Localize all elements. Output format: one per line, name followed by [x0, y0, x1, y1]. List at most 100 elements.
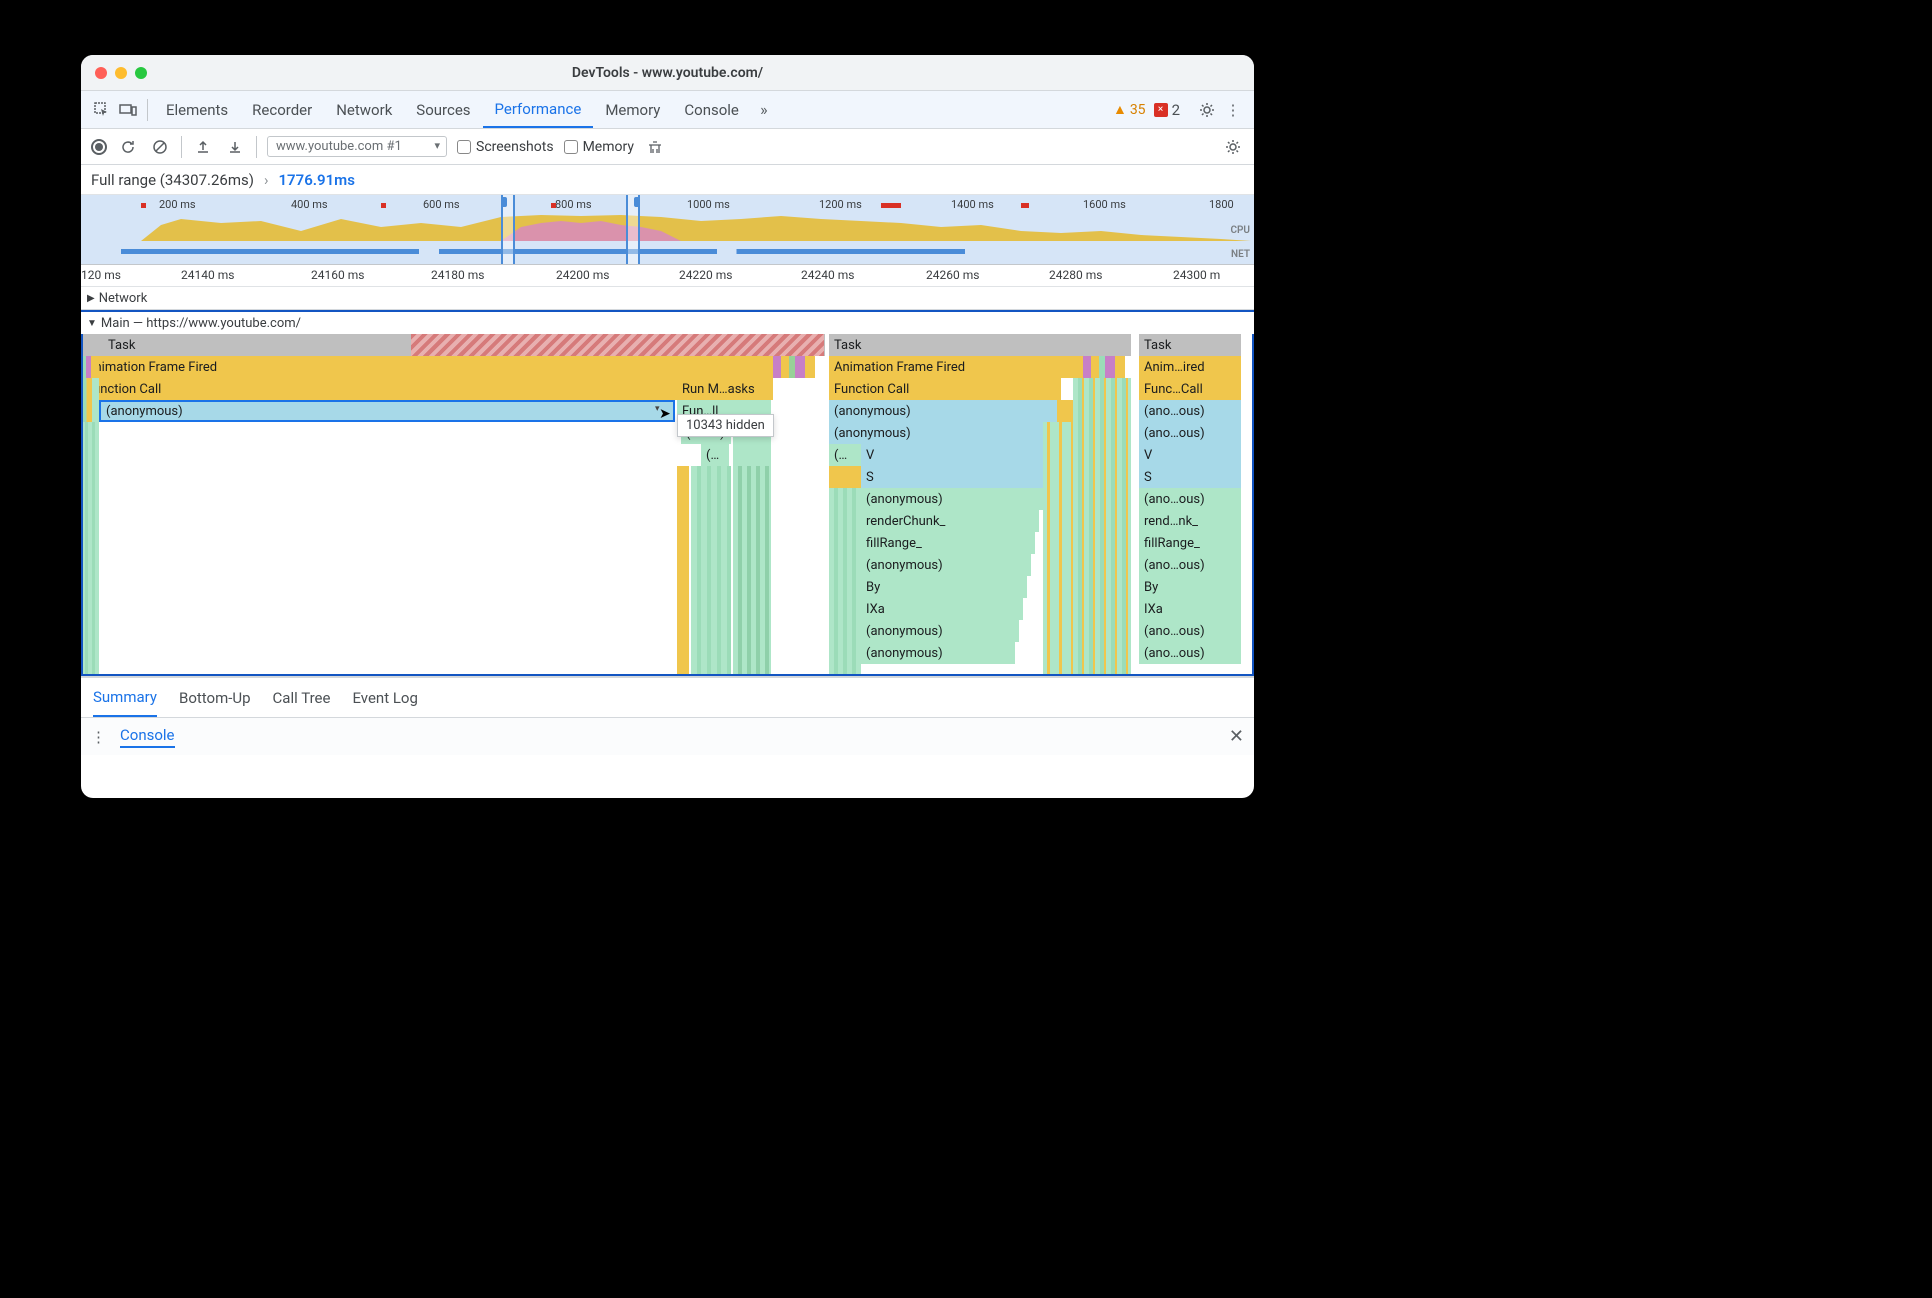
flame-sliver[interactable] — [805, 356, 815, 378]
overview-timeline[interactable]: 200 ms 400 ms 600 ms 800 ms 1000 ms 1200… — [81, 195, 1254, 265]
flame-sliver[interactable] — [829, 466, 861, 488]
flame-stripe[interactable] — [677, 466, 689, 676]
flame-anon[interactable]: (anonymous) — [861, 488, 1043, 510]
flame-stripe[interactable] — [91, 356, 99, 378]
flame-fillrange[interactable]: fillRange_ — [1139, 532, 1241, 554]
more-tabs-icon[interactable]: » — [751, 97, 777, 123]
tab-calltree[interactable]: Call Tree — [273, 678, 331, 717]
console-tab[interactable]: Console — [120, 726, 175, 748]
overview-selection-handle[interactable] — [501, 195, 515, 264]
flame-aff[interactable]: Animation Frame Fired — [81, 356, 773, 378]
flame-stripe[interactable] — [829, 488, 861, 676]
flame-stripe[interactable] — [81, 378, 99, 422]
flame-fc[interactable]: Function Call — [829, 378, 1061, 400]
flame-anon[interactable]: (anonymous) — [861, 642, 1015, 664]
tab-bottomup[interactable]: Bottom-Up — [179, 678, 251, 717]
tab-elements[interactable]: Elements — [154, 91, 240, 128]
flame-renderchunk[interactable]: renderChunk_ — [861, 510, 1039, 532]
garbage-icon[interactable] — [644, 136, 666, 158]
flame-ixa[interactable]: IXa — [861, 598, 1023, 620]
flame-S[interactable]: S — [861, 466, 1047, 488]
flame-sliver[interactable] — [1083, 356, 1091, 378]
flame-anon[interactable]: (anonymous) — [829, 422, 1051, 444]
flame-aff[interactable]: Animation Frame Fired — [829, 356, 1083, 378]
flame-anonous[interactable]: (ano…ous) — [1139, 400, 1241, 422]
marker — [381, 203, 386, 208]
tab-performance[interactable]: Performance — [483, 91, 594, 128]
flame-paren[interactable]: (… — [701, 444, 729, 466]
flame-anon-selected[interactable]: (anonymous) — [99, 400, 675, 422]
download-icon[interactable] — [224, 136, 246, 158]
close-icon[interactable]: ✕ — [1229, 726, 1244, 747]
upload-icon[interactable] — [192, 136, 214, 158]
record-button[interactable] — [91, 139, 107, 155]
flame-anonous[interactable]: (ano…ous) — [1139, 554, 1241, 576]
flame-sliver[interactable] — [795, 356, 805, 378]
tab-sources[interactable]: Sources — [404, 91, 482, 128]
flame-anonous[interactable]: (ano…ous) — [1139, 620, 1241, 642]
overview-selection-handle[interactable] — [626, 195, 640, 264]
flame-anon[interactable]: (anonymous) — [861, 620, 1019, 642]
flame-sliver[interactable] — [781, 356, 789, 378]
kebab-icon[interactable]: ⋮ — [91, 728, 106, 746]
flame-sliver[interactable] — [1057, 400, 1073, 422]
main-track-header[interactable]: ▼Main — https://www.youtube.com/ — [81, 312, 1254, 334]
tab-console[interactable]: Console — [672, 91, 751, 128]
flame-runm[interactable]: Run M…asks — [677, 378, 773, 400]
marker — [881, 203, 901, 208]
flame-V[interactable]: V — [861, 444, 1051, 466]
flame-anonous[interactable]: (ano…ous) — [1139, 642, 1241, 664]
flame-anonous[interactable]: (ano…ous) — [1139, 422, 1241, 444]
detail-ruler[interactable]: 120 ms 24140 ms 24160 ms 24180 ms 24200 … — [81, 265, 1254, 287]
flame-chart[interactable]: Task Animation Frame Fired Function Call… — [81, 334, 1254, 676]
tab-network[interactable]: Network — [324, 91, 404, 128]
flame-fillrange[interactable]: fillRange_ — [861, 532, 1035, 554]
flame-sliver[interactable] — [773, 356, 781, 378]
full-range[interactable]: Full range (34307.26ms) — [91, 171, 254, 189]
selected-range[interactable]: 1776.91ms — [278, 171, 354, 189]
flame-sliver[interactable] — [1105, 356, 1115, 378]
flame-sliver[interactable] — [1091, 356, 1099, 378]
flame-stripe[interactable] — [1073, 378, 1131, 676]
warnings-badge[interactable]: ▲35 — [1113, 101, 1146, 118]
reload-icon[interactable] — [117, 136, 139, 158]
errors-badge[interactable]: ×2 — [1154, 101, 1180, 119]
flame-task[interactable]: Task — [829, 334, 1131, 356]
perf-settings-icon[interactable] — [1222, 136, 1244, 158]
flame-anonous[interactable]: (ano…ous) — [1139, 488, 1241, 510]
flame-fc[interactable]: Function Call — [81, 378, 677, 400]
profile-select[interactable]: www.youtube.com #1 — [267, 136, 447, 157]
flame-anon[interactable]: (anonymous) — [829, 400, 1057, 422]
tab-recorder[interactable]: Recorder — [240, 91, 324, 128]
flame-stripe[interactable] — [1043, 422, 1073, 676]
flame-stripe[interactable] — [81, 422, 99, 676]
clear-icon[interactable] — [149, 136, 171, 158]
flame-rendnk[interactable]: rend…nk_ — [1139, 510, 1241, 532]
flame-stripe[interactable] — [691, 466, 731, 676]
cursor-icon: ➤ — [659, 406, 671, 422]
tab-memory[interactable]: Memory — [593, 91, 672, 128]
flame-fc2[interactable]: Func…Call — [1139, 378, 1241, 400]
flame-paren[interactable]: (… — [829, 444, 861, 466]
memory-checkbox[interactable]: Memory — [564, 139, 634, 155]
flame-aff2[interactable]: Anim…ired — [1139, 356, 1241, 378]
marker — [141, 203, 146, 208]
flame-ixa[interactable]: IXa — [1139, 598, 1241, 620]
tab-eventlog[interactable]: Event Log — [352, 678, 417, 717]
network-track-header[interactable]: ▶Network — [81, 287, 1254, 309]
flame-S[interactable]: S — [1139, 466, 1241, 488]
device-icon[interactable] — [115, 97, 141, 123]
inspect-icon[interactable] — [89, 97, 115, 123]
screenshots-checkbox[interactable]: Screenshots — [457, 139, 554, 155]
flame-by[interactable]: By — [1139, 576, 1241, 598]
flame-task[interactable]: Task — [1139, 334, 1241, 356]
tab-summary[interactable]: Summary — [93, 678, 157, 717]
flame-by[interactable]: By — [861, 576, 1027, 598]
flame-sliver[interactable] — [733, 444, 771, 466]
flame-anon[interactable]: (anonymous) — [861, 554, 1031, 576]
flame-sliver[interactable] — [1115, 356, 1125, 378]
flame-stripe[interactable] — [733, 466, 771, 676]
kebab-icon[interactable]: ⋮ — [1220, 97, 1246, 123]
settings-icon[interactable] — [1194, 97, 1220, 123]
flame-V[interactable]: V — [1139, 444, 1241, 466]
